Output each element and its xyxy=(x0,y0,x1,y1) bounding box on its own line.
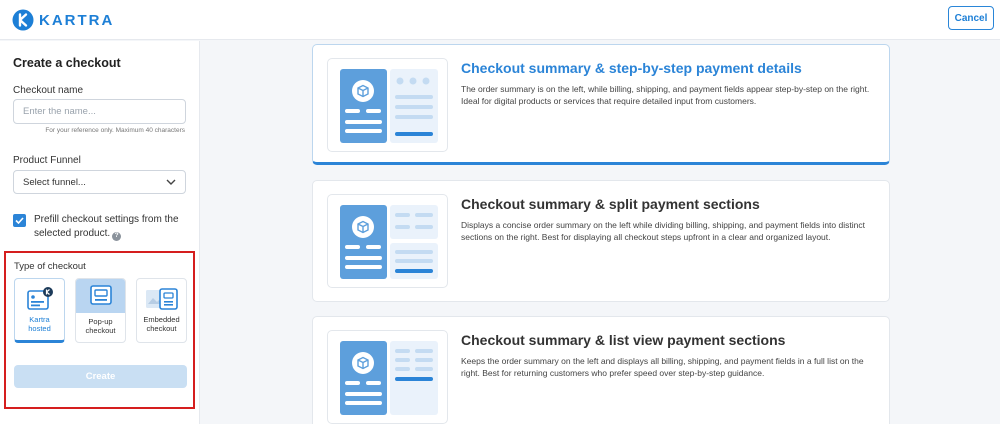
checkout-name-label: Checkout name xyxy=(13,85,84,96)
product-funnel-label: Product Funnel xyxy=(13,155,81,166)
checkout-name-input[interactable] xyxy=(13,99,186,124)
kartra-logo[interactable]: KARTRA xyxy=(12,9,114,31)
list-view-layout-icon xyxy=(340,341,438,415)
product-funnel-value: Select funnel... xyxy=(23,176,86,188)
layout-title: Checkout summary & split payment section… xyxy=(461,196,760,212)
checkout-name-hint: For your reference only. Maximum 40 char… xyxy=(45,127,185,134)
layout-thumbnail xyxy=(327,58,448,152)
prefill-label-text: Prefill checkout settings from the selec… xyxy=(34,214,179,239)
popup-checkout-icon xyxy=(89,285,112,305)
type-of-checkout-section: Type of checkout Kartrahosted Pop-upch xyxy=(4,251,195,409)
cancel-button[interactable]: Cancel xyxy=(948,6,994,30)
type-option-popup-checkout[interactable]: Pop-up checkout xyxy=(75,278,126,343)
prefill-label: Prefill checkout settings from the selec… xyxy=(34,213,189,241)
layout-thumbnail xyxy=(327,194,448,288)
split-sections-layout-icon xyxy=(340,205,438,279)
type-option-label: Pop-up checkout xyxy=(85,317,116,335)
panel-title: Create a checkout xyxy=(13,56,121,70)
create-checkout-panel: Create a checkout Checkout name For your… xyxy=(0,41,200,424)
embedded-checkout-icon xyxy=(145,288,178,310)
layout-title: Checkout summary & step-by-step payment … xyxy=(461,60,802,76)
layout-title: Checkout summary & list view payment sec… xyxy=(461,332,786,348)
type-option-embedded-checkout[interactable]: Embedded checkout xyxy=(136,278,187,343)
layout-description: The order summary is on the left, while … xyxy=(461,84,870,106)
product-funnel-select[interactable]: Select funnel... xyxy=(13,170,186,194)
kartra-logo-icon xyxy=(12,9,34,31)
brand-name: KARTRA xyxy=(39,11,115,29)
layout-description: Displays a concise order summary on the … xyxy=(461,220,865,242)
chevron-down-icon xyxy=(166,179,176,185)
checkmark-icon xyxy=(15,217,24,224)
layout-card-split-sections[interactable]: Checkout summary & split payment section… xyxy=(312,180,890,302)
type-option-label: Kartra hosted xyxy=(28,315,51,333)
type-option-label: Embedded checkout xyxy=(143,315,180,333)
layout-description: Keeps the order summary on the left and … xyxy=(461,356,864,378)
layout-card-step-by-step[interactable]: Checkout summary & step-by-step payment … xyxy=(312,44,890,165)
type-option-kartra-hosted[interactable]: Kartra hosted xyxy=(14,278,65,343)
create-button[interactable]: Create xyxy=(14,365,187,388)
type-of-checkout-label: Type of checkout xyxy=(14,261,86,272)
info-icon[interactable]: ? xyxy=(112,231,122,241)
layout-thumbnail xyxy=(327,330,448,424)
kartra-hosted-icon xyxy=(26,287,53,310)
prefill-option: Prefill checkout settings from the selec… xyxy=(13,213,189,241)
step-by-step-layout-icon xyxy=(340,69,438,143)
prefill-checkbox[interactable] xyxy=(13,214,26,227)
layout-card-list-view[interactable]: Checkout summary & list view payment sec… xyxy=(312,316,890,424)
popup-preview xyxy=(76,279,125,313)
top-bar: KARTRA Cancel xyxy=(0,0,1000,40)
